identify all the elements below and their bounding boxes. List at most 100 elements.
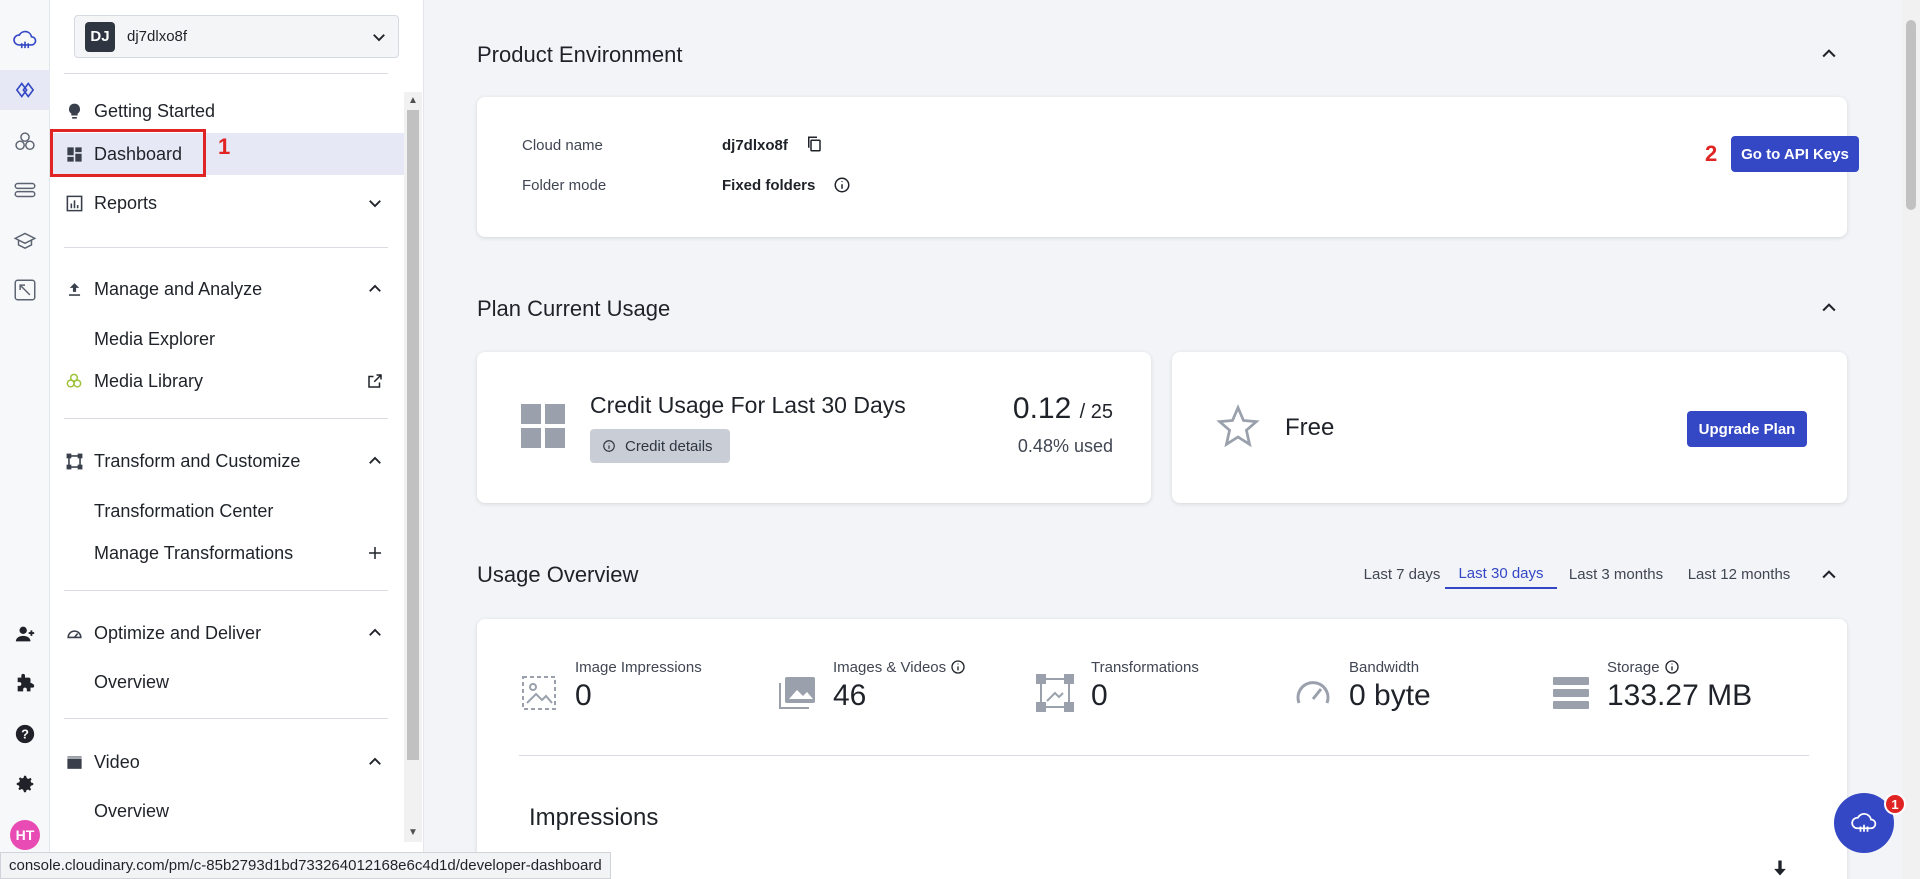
metric-label: Images & Videos: [833, 659, 966, 676]
plan-name: Free: [1285, 414, 1335, 441]
chevron-up-icon[interactable]: [366, 280, 384, 298]
svg-text:?: ?: [21, 727, 29, 742]
assets-icon[interactable]: [0, 122, 50, 162]
video-icon: [64, 752, 84, 772]
scroll-down-icon[interactable]: ▼: [408, 828, 418, 838]
divider: [64, 590, 388, 591]
nav-manage-analyze[interactable]: Manage and Analyze: [50, 268, 404, 310]
upload-icon: [64, 279, 84, 299]
metric-value: 46: [833, 679, 867, 712]
chevron-up-icon[interactable]: [1819, 44, 1839, 64]
speedometer-icon: [1296, 681, 1330, 704]
photo-library-icon: [779, 677, 815, 709]
nav-optimize-overview[interactable]: Overview: [50, 663, 404, 701]
developer-icon[interactable]: [0, 70, 50, 110]
nav-reports[interactable]: Reports: [50, 182, 404, 224]
range-tab-12-months[interactable]: Last 12 months: [1680, 559, 1798, 589]
info-icon: [603, 440, 615, 452]
nav-label: Overview: [94, 800, 170, 821]
status-bar-url: console.cloudinary.com/pm/c-85b2793d1bd7…: [0, 852, 611, 879]
chevron-up-icon[interactable]: [366, 624, 384, 642]
main-scrollbar[interactable]: [1902, 0, 1920, 879]
storage-icon: [1553, 677, 1589, 709]
nav-transformation-center[interactable]: Transformation Center: [50, 492, 404, 530]
metric-label: Storage: [1607, 659, 1680, 676]
main-scrollbar-thumb[interactable]: [1906, 20, 1916, 210]
divider: [64, 718, 388, 719]
chevron-down-icon[interactable]: [366, 194, 384, 212]
arrow-down-icon[interactable]: [1770, 858, 1790, 878]
credit-usage-card: Credit Usage For Last 30 Days Credit det…: [477, 352, 1151, 503]
divider: [64, 247, 388, 248]
cloudinary-chat-icon: [1851, 813, 1877, 832]
extensions-icon[interactable]: [0, 666, 50, 702]
info-icon[interactable]: [1664, 659, 1680, 675]
nav-video[interactable]: Video: [50, 741, 404, 783]
impressions-title: Impressions: [529, 804, 659, 831]
main-content: Product Environment Cloud name dj7dlxo8f…: [425, 0, 1902, 879]
range-tab-3-months[interactable]: Last 3 months: [1562, 559, 1670, 589]
nav-video-overview[interactable]: Overview: [50, 792, 404, 830]
annotation-marker-2: 2: [1705, 141, 1718, 166]
nav-label: Transform and Customize: [94, 450, 301, 471]
credit-usage-percent: 0.48% used: [1017, 436, 1113, 456]
credit-details-button[interactable]: Credit details: [590, 429, 730, 463]
plus-icon[interactable]: [366, 544, 384, 562]
nav-media-library[interactable]: Media Library: [50, 362, 404, 400]
metric-label: Image Impressions: [575, 659, 702, 676]
section-title-product-environment: Product Environment: [477, 42, 683, 67]
folder-mode-label: Folder mode: [522, 177, 607, 194]
metric-value: 0: [575, 679, 592, 712]
chevron-up-icon[interactable]: [366, 753, 384, 771]
credit-usage-title: Credit Usage For Last 30 Days: [590, 392, 906, 418]
chevron-up-icon[interactable]: [366, 452, 384, 470]
external-link-icon[interactable]: [366, 372, 384, 390]
metric-label: Bandwidth: [1349, 659, 1420, 676]
scroll-up-icon[interactable]: ▲: [408, 96, 418, 106]
chevron-up-icon[interactable]: [1819, 565, 1839, 585]
chat-notification-badge: 1: [1884, 793, 1906, 815]
nav-media-explorer[interactable]: Media Explorer: [50, 320, 404, 358]
cloudinary-logo-icon[interactable]: [0, 20, 50, 60]
image-frame-icon: [522, 676, 556, 710]
gauge-icon: [64, 623, 84, 643]
credit-usage-value: 0.12 / 25: [1013, 392, 1113, 426]
learn-icon[interactable]: [0, 220, 50, 260]
nav-label: Video: [94, 751, 140, 772]
annotation-box-1: [50, 129, 206, 177]
nav-label: Media Library: [94, 370, 204, 391]
nav-manage-transformations[interactable]: Manage Transformations: [50, 534, 404, 572]
lightbulb-icon: [64, 101, 84, 121]
metric-value: 133.27 MB: [1607, 679, 1753, 712]
info-icon[interactable]: [950, 659, 966, 675]
info-icon[interactable]: [833, 176, 851, 194]
cloud-name-value: dj7dlxo8f: [722, 137, 788, 154]
add-user-icon[interactable]: [0, 616, 50, 652]
sidebar-scrollbar[interactable]: ▲ ▼: [404, 92, 422, 842]
range-tab-30-days[interactable]: Last 30 days: [1445, 559, 1557, 589]
chevron-up-icon[interactable]: [1819, 298, 1839, 318]
pipeline-icon[interactable]: [0, 170, 50, 210]
section-title-plan-usage: Plan Current Usage: [477, 296, 671, 321]
range-tab-7-days[interactable]: Last 7 days: [1351, 559, 1453, 589]
chevron-down-icon: [373, 34, 385, 42]
upgrade-plan-button[interactable]: Upgrade Plan: [1687, 411, 1807, 447]
settings-icon[interactable]: [0, 766, 50, 802]
nav-label: Reports: [94, 192, 158, 213]
copy-icon[interactable]: [805, 135, 823, 153]
help-icon[interactable]: ?: [0, 716, 50, 752]
nav-transform-customize[interactable]: Transform and Customize: [50, 440, 404, 482]
user-avatar[interactable]: HT: [10, 820, 40, 850]
sidebar-scrollbar-thumb[interactable]: [407, 110, 419, 760]
divider: [519, 755, 1809, 756]
nav-label: Transformation Center: [94, 500, 274, 521]
environment-selector[interactable]: DJ dj7dlxo8f: [74, 15, 399, 58]
metric-value: 0 byte: [1349, 679, 1431, 712]
go-to-api-keys-button[interactable]: Go to API Keys: [1731, 136, 1859, 172]
nav-optimize-deliver[interactable]: Optimize and Deliver: [50, 612, 404, 654]
media-library-icon: [66, 373, 82, 388]
credit-total: / 25: [1079, 401, 1113, 423]
nav-getting-started[interactable]: Getting Started: [50, 90, 404, 132]
tutorial-icon[interactable]: [0, 270, 50, 310]
grid-icon: [521, 404, 565, 448]
